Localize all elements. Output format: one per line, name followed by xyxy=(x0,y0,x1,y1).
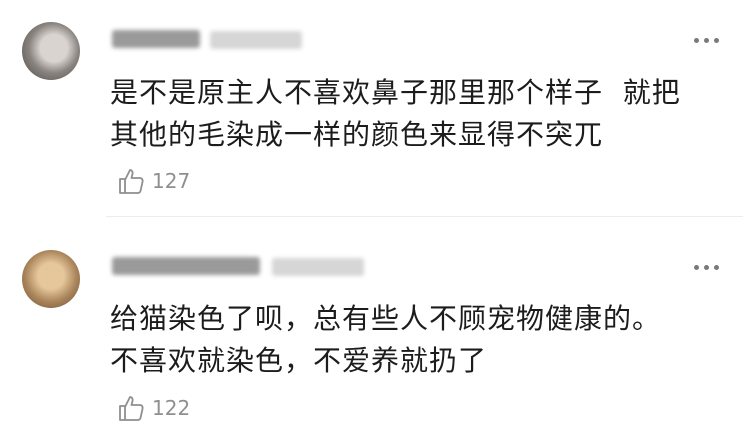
comment-text: 给猫染色了呗，总有些人不顾宠物健康的。 不喜欢就染色，不爱养就扔了 xyxy=(110,302,662,377)
dot xyxy=(714,265,719,270)
dot xyxy=(714,38,719,43)
dot xyxy=(694,265,699,270)
like-button[interactable]: 127 xyxy=(116,166,190,196)
dot xyxy=(694,38,699,43)
more-options-button[interactable] xyxy=(694,265,719,270)
username-blurred[interactable] xyxy=(112,257,260,275)
dot xyxy=(704,38,709,43)
like-count: 127 xyxy=(152,169,191,193)
comment-text: 是不是原主人不喜欢鼻子那里那个样子 就把 其他的毛染成一样的颜色来显得不突兀 xyxy=(110,76,681,151)
thumbs-up-icon xyxy=(119,396,144,421)
username-blurred[interactable] xyxy=(112,30,200,48)
avatar[interactable] xyxy=(22,22,80,80)
thumbs-up-icon xyxy=(119,169,144,194)
more-options-button[interactable] xyxy=(694,38,719,43)
dot xyxy=(704,265,709,270)
like-count: 122 xyxy=(152,396,191,420)
user-meta-blurred xyxy=(272,258,364,276)
like-button[interactable]: 122 xyxy=(116,393,190,423)
user-meta-blurred xyxy=(210,31,302,49)
divider xyxy=(106,216,743,217)
avatar[interactable] xyxy=(22,250,80,308)
